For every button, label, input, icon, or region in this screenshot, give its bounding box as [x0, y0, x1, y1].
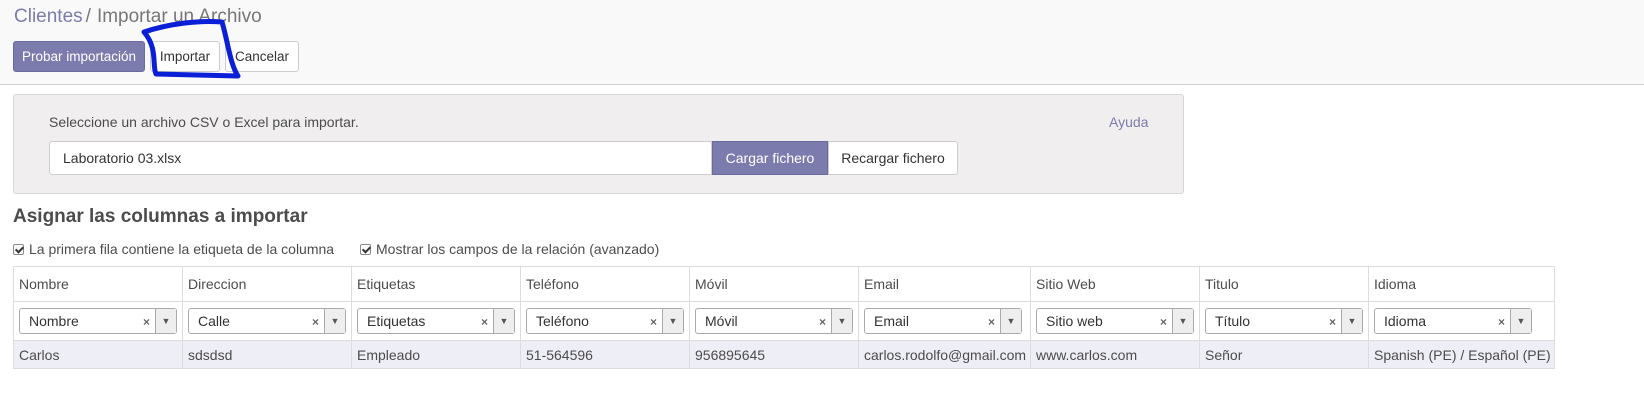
file-select-prompt: Seleccione un archivo CSV o Excel para i…: [49, 114, 359, 130]
preview-cell: www.carlos.com: [1030, 340, 1200, 369]
breadcrumb: Clientes / Importar un Archivo: [14, 6, 262, 28]
file-import-panel: Seleccione un archivo CSV o Excel para i…: [13, 94, 1184, 194]
field-select-value: Nombre: [29, 313, 79, 329]
dropdown-arrow-icon[interactable]: ▼: [1510, 309, 1531, 333]
field-select-value: Móvil: [705, 313, 738, 329]
preview-cell: 51-564596: [520, 340, 690, 369]
file-name-input[interactable]: Laboratorio 03.xlsx: [49, 141, 712, 175]
show-relation-fields-label: Mostrar los campos de la relación (avanz…: [376, 241, 660, 257]
field-select-direccion[interactable]: Calle × ▼: [188, 308, 346, 334]
column-header: Email: [858, 266, 1031, 302]
dropdown-arrow-icon[interactable]: ▼: [324, 309, 345, 333]
load-file-button[interactable]: Cargar fichero: [712, 141, 828, 175]
field-select-movil[interactable]: Móvil × ▼: [695, 308, 853, 334]
preview-cell: Spanish (PE) / Español (PE): [1368, 340, 1555, 369]
clear-icon[interactable]: ×: [312, 315, 319, 329]
import-button[interactable]: Importar: [150, 41, 220, 72]
field-select-idioma[interactable]: Idioma × ▼: [1374, 308, 1532, 334]
dropdown-arrow-icon[interactable]: ▼: [155, 309, 176, 333]
show-relation-fields-checkbox[interactable]: [360, 243, 371, 255]
preview-cell: carlos.rodolfo@gmail.com: [858, 340, 1031, 369]
field-select-value: Idioma: [1384, 313, 1427, 329]
clear-icon[interactable]: ×: [1160, 315, 1167, 329]
field-select-value: Teléfono: [536, 313, 589, 329]
dropdown-arrow-icon[interactable]: ▼: [831, 309, 852, 333]
preview-cell: sdsdsd: [182, 340, 352, 369]
column-header-row: Nombre Direccion Etiquetas Teléfono Móvi…: [13, 266, 1555, 302]
column-header: Titulo: [1199, 266, 1369, 302]
field-select-telefono[interactable]: Teléfono × ▼: [526, 308, 684, 334]
dropdown-arrow-icon[interactable]: ▼: [493, 309, 514, 333]
column-header: Idioma: [1368, 266, 1555, 302]
dropdown-arrow-icon[interactable]: ▼: [662, 309, 683, 333]
column-header: Móvil: [689, 266, 859, 302]
field-select-etiquetas[interactable]: Etiquetas × ▼: [357, 308, 515, 334]
field-select-row: Nombre × ▼ Calle × ▼ Etiquetas × ▼ Teléfono × ▼ …: [13, 301, 1555, 341]
column-header: Nombre: [13, 266, 183, 302]
preview-cell: Carlos: [13, 340, 183, 369]
clear-icon[interactable]: ×: [481, 315, 488, 329]
dropdown-arrow-icon[interactable]: ▼: [1172, 309, 1193, 333]
preview-cell: Señor: [1199, 340, 1369, 369]
breadcrumb-separator: /: [85, 6, 91, 27]
column-header: Direccion: [182, 266, 352, 302]
clear-icon[interactable]: ×: [819, 315, 826, 329]
dropdown-arrow-icon[interactable]: ▼: [1341, 309, 1362, 333]
column-header: Etiquetas: [351, 266, 521, 302]
help-link[interactable]: Ayuda: [1109, 114, 1148, 130]
field-select-email[interactable]: Email × ▼: [864, 308, 1022, 334]
field-select-value: Sitio web: [1046, 313, 1103, 329]
cancel-button[interactable]: Cancelar: [225, 41, 299, 72]
clear-icon[interactable]: ×: [1329, 315, 1336, 329]
field-select-titulo[interactable]: Título × ▼: [1205, 308, 1363, 334]
column-mapping-table: Nombre Direccion Etiquetas Teléfono Móvi…: [13, 266, 1555, 369]
table-row: Carlos sdsdsd Empleado 51-564596 9568956…: [13, 340, 1555, 369]
clear-icon[interactable]: ×: [650, 315, 657, 329]
field-select-sitio-web[interactable]: Sitio web × ▼: [1036, 308, 1194, 334]
preview-cell: Empleado: [351, 340, 521, 369]
option-header-row[interactable]: La primera fila contiene la etiqueta de …: [13, 241, 334, 257]
field-select-nombre[interactable]: Nombre × ▼: [19, 308, 177, 334]
test-import-button[interactable]: Probar importación: [13, 41, 145, 72]
header-row-checkbox[interactable]: [13, 243, 24, 255]
breadcrumb-current: Importar un Archivo: [96, 6, 262, 27]
reload-file-button[interactable]: Recargar fichero: [828, 141, 958, 175]
control-panel: Clientes / Importar un Archivo Probar impo…: [0, 0, 1644, 85]
field-select-value: Email: [874, 313, 910, 329]
field-select-value: Calle: [198, 313, 230, 329]
mapping-section-title: Asignar las columnas a importar: [13, 206, 308, 227]
dropdown-arrow-icon[interactable]: ▼: [1000, 309, 1021, 333]
field-select-value: Título: [1215, 313, 1251, 329]
clear-icon[interactable]: ×: [988, 315, 995, 329]
preview-cell: 956895645: [689, 340, 859, 369]
header-row-label: La primera fila contiene la etiqueta de …: [29, 241, 335, 257]
field-select-value: Etiquetas: [367, 313, 426, 329]
breadcrumb-clientes-link[interactable]: Clientes: [14, 6, 83, 27]
clear-icon[interactable]: ×: [1498, 315, 1505, 329]
clear-icon[interactable]: ×: [143, 315, 150, 329]
column-header: Teléfono: [520, 266, 690, 302]
option-show-relation-fields[interactable]: Mostrar los campos de la relación (avanz…: [360, 241, 659, 257]
column-header: Sitio Web: [1030, 266, 1200, 302]
